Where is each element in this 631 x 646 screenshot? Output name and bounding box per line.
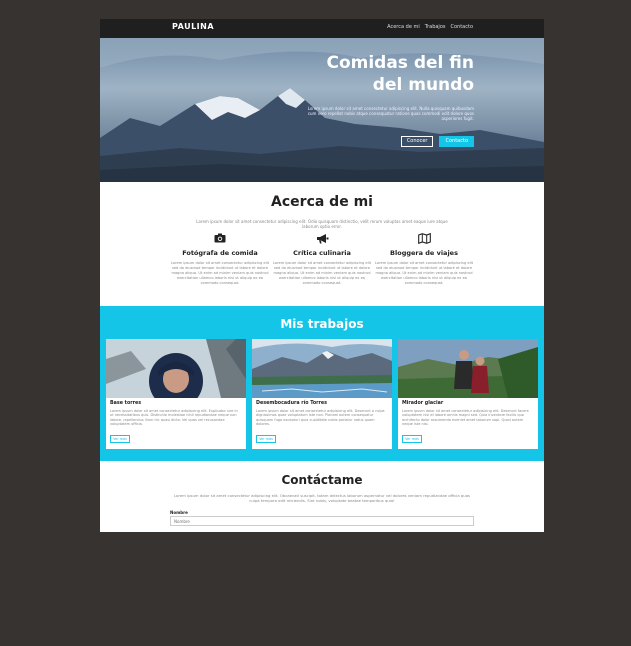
- feature-text: Lorem ipsum dolor sit amet consectetur a…: [272, 261, 371, 285]
- card-photo-couple: [398, 339, 538, 398]
- see-more-button[interactable]: Ver más: [402, 435, 422, 443]
- hero-outline-button[interactable]: Conocer: [400, 136, 434, 147]
- contact-title: Contáctame: [281, 473, 363, 487]
- hero-title: Comidas del fin del mundo: [314, 52, 474, 96]
- works-section: Mis trabajos Base torres Lorem ipsum dol…: [100, 306, 544, 461]
- page: PAULINA Acerca de mi Trabajos Contacto C…: [100, 19, 544, 532]
- works-title: Mis trabajos: [280, 317, 364, 331]
- hero-contact-button[interactable]: Contacto: [439, 136, 474, 147]
- card-text: Lorem ipsum dolor sit amet consectetur a…: [110, 409, 238, 427]
- feature-critic: Crítica culinaria Lorem ipsum dolor sit …: [272, 233, 372, 286]
- feature-title: Fotógrafa de comida: [182, 249, 258, 257]
- hero-text: Lorem ipsum dolor sit amet consectetur a…: [307, 106, 474, 121]
- card-text: Lorem ipsum dolor sit amet consectetur a…: [402, 409, 529, 427]
- hero-title-line-1: Comidas del fin: [326, 53, 474, 73]
- brand-logo[interactable]: PAULINA: [172, 22, 214, 31]
- name-label: Nombre: [170, 510, 188, 515]
- feature-photography: Fotógrafa de comida Lorem ipsum dolor si…: [170, 233, 270, 286]
- see-more-button[interactable]: Ver más: [110, 435, 130, 443]
- about-section: Acerca de mi Lorem ipsum dolor sit amet …: [100, 182, 544, 306]
- card-title: Desembocadura río Torres: [256, 401, 328, 406]
- works-cards: Base torres Lorem ipsum dolor sit amet c…: [106, 339, 538, 449]
- see-more-button[interactable]: Ver más: [256, 435, 276, 443]
- feature-title: Bloggera de viajes: [390, 249, 458, 257]
- feature-travel: Bloggera de viajes Lorem ipsum dolor sit…: [374, 233, 474, 286]
- navbar: PAULINA Acerca de mi Trabajos Contacto: [100, 19, 544, 38]
- nav-link-contact[interactable]: Contacto: [450, 24, 473, 30]
- about-intro: Lorem ipsum dolor sit amet consectetur a…: [196, 219, 448, 229]
- name-input[interactable]: [170, 516, 474, 526]
- card-title: Base torres: [110, 401, 142, 406]
- map-icon: [374, 233, 474, 245]
- work-card: Desembocadura río Torres Lorem ipsum dol…: [252, 339, 392, 449]
- features-row: Fotógrafa de comida Lorem ipsum dolor si…: [170, 233, 474, 286]
- work-card: Mirador glaciar Lorem ipsum dolor sit am…: [398, 339, 538, 449]
- card-photo-hiker: [106, 339, 246, 398]
- hero-section: Comidas del fin del mundo Lorem ipsum do…: [100, 38, 544, 182]
- camera-icon: [170, 233, 270, 245]
- hero-title-line-2: del mundo: [372, 75, 474, 95]
- nav-link-works[interactable]: Trabajos: [425, 24, 446, 30]
- nav-link-about[interactable]: Acerca de mi: [387, 24, 420, 30]
- about-title: Acerca de mi: [271, 194, 373, 210]
- card-text: Lorem ipsum dolor sit amet consectetur a…: [256, 409, 385, 427]
- card-photo-river: [252, 339, 392, 398]
- megaphone-icon: [272, 233, 372, 245]
- card-title: Mirador glaciar: [402, 401, 444, 406]
- feature-text: Lorem ipsum dolor sit amet consectetur a…: [374, 261, 473, 285]
- contact-intro: Lorem ipsum dolor sit amet consectetur a…: [173, 493, 471, 503]
- feature-title: Crítica culinaria: [293, 249, 351, 257]
- feature-text: Lorem ipsum dolor sit amet consectetur a…: [170, 261, 269, 285]
- work-card: Base torres Lorem ipsum dolor sit amet c…: [106, 339, 246, 449]
- hero-buttons: Conocer Contacto: [400, 136, 474, 147]
- nav-links: Acerca de mi Trabajos Contacto: [387, 24, 473, 30]
- contact-section: Contáctame Lorem ipsum dolor sit amet co…: [100, 461, 544, 532]
